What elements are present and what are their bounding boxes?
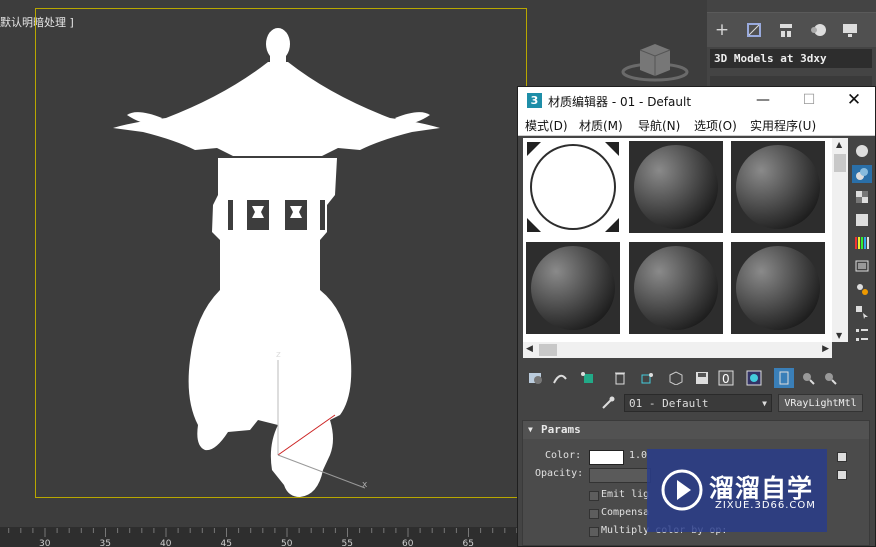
sample-slot-5[interactable] (628, 241, 724, 335)
params-header-label: Params (541, 423, 581, 436)
material-name-value: 01 - Default (629, 397, 709, 410)
emit-light-label: Emit lig (601, 489, 650, 500)
collapse-triangle-icon: ▼ (528, 425, 533, 434)
watermark-logo: 溜溜自学 ZIXUE.3D66.COM (647, 449, 827, 532)
svg-text:0: 0 (722, 372, 730, 386)
timeline-tick-label: 65 (462, 539, 474, 547)
close-icon[interactable]: ✕ (842, 89, 866, 111)
color-swatch[interactable] (589, 450, 624, 465)
play-logo-icon (661, 469, 703, 511)
scroll-left-icon[interactable]: ◀ (526, 344, 533, 354)
show-end-result-icon[interactable] (774, 368, 794, 388)
timeline-tick-label: 55 (341, 539, 353, 547)
assign-to-selection-icon[interactable] (578, 368, 598, 388)
timeline-tick-label: 30 (39, 539, 51, 547)
window-title: 材质编辑器 - 01 - Default (548, 95, 692, 109)
sample-slots (523, 138, 836, 342)
select-by-material-icon[interactable] (852, 303, 872, 321)
object-name-field[interactable]: 3D Models at 3dxy (710, 49, 872, 68)
material-map-navigator-icon[interactable] (852, 326, 872, 344)
material-editor-titlebar[interactable]: 3 材质编辑器 - 01 - Default — ☐ ✕ (518, 87, 875, 114)
show-shaded-material-icon[interactable] (744, 368, 764, 388)
menu-mode[interactable]: 模式(D) (525, 117, 568, 134)
app-icon: 3 (527, 93, 542, 108)
timeline-tick-label: 60 (402, 539, 414, 547)
scroll-right-icon[interactable]: ▶ (822, 344, 829, 354)
axis-x-label: x (362, 480, 368, 490)
material-id-channel-icon[interactable]: 0 (716, 368, 736, 388)
opacity-map-slot[interactable] (589, 468, 651, 483)
side-toolbar (849, 138, 875, 358)
timeline-tick-label: 50 (281, 539, 293, 547)
command-panel-tabs: + (707, 12, 876, 47)
put-to-scene-icon[interactable] (550, 368, 570, 388)
sample-slot-2[interactable] (628, 140, 724, 234)
compensate-label: Compensa (601, 507, 650, 518)
opacity-texmap-checkbox[interactable] (837, 470, 847, 480)
scroll-thumb[interactable] (834, 154, 846, 172)
multiply-color-checkbox[interactable] (589, 527, 599, 537)
compensate-checkbox[interactable] (589, 509, 599, 519)
sample-type-icon[interactable] (852, 142, 872, 160)
slots-vertical-scrollbar[interactable]: ▲ ▼ (832, 138, 848, 342)
sample-slot-1[interactable] (525, 140, 621, 234)
chevron-down-icon: ▼ (762, 399, 767, 408)
menu-navigation[interactable]: 导航(N) (638, 117, 680, 134)
slots-horizontal-scrollbar[interactable]: ◀ ▶ (523, 342, 832, 358)
background-icon[interactable] (852, 188, 872, 206)
timeline-tick-label: 35 (99, 539, 111, 547)
options-icon[interactable] (852, 280, 872, 298)
put-to-library-icon[interactable] (666, 368, 686, 388)
menu-material[interactable]: 材质(M) (579, 117, 623, 134)
sample-uv-tiling-icon[interactable] (852, 211, 872, 229)
params-rollout-header[interactable]: ▼ Params (523, 421, 869, 439)
create-tab-plus-icon[interactable]: + (711, 19, 733, 41)
motion-tab-icon[interactable] (807, 19, 829, 41)
timeline-tick-label: 40 (160, 539, 172, 547)
video-color-check-icon[interactable] (852, 234, 872, 252)
material-toolbar: 0 (523, 365, 863, 391)
scroll-down-icon[interactable]: ▼ (836, 331, 842, 340)
axis-z-label: z (276, 350, 281, 360)
sample-slot-6[interactable] (730, 241, 826, 335)
menu-utilities[interactable]: 实用程序(U) (750, 117, 816, 134)
get-material-icon[interactable] (526, 368, 546, 388)
display-tab-icon[interactable] (839, 19, 861, 41)
sample-slot-3[interactable] (730, 140, 826, 234)
material-name-dropdown[interactable]: 01 - Default ▼ (624, 394, 772, 412)
emit-light-checkbox[interactable] (589, 491, 599, 501)
opacity-label: Opacity: (535, 468, 584, 479)
eyedropper-icon[interactable] (600, 395, 616, 411)
scroll-hthumb[interactable] (539, 344, 557, 356)
hierarchy-tab-icon[interactable] (775, 19, 797, 41)
backlight-icon[interactable] (852, 165, 872, 183)
sample-slot-4[interactable] (525, 241, 621, 335)
modify-tab-icon[interactable] (743, 19, 765, 41)
rollout-strip (710, 76, 872, 86)
color-label: Color: (545, 450, 582, 461)
make-unique-icon[interactable] (638, 368, 658, 388)
maximize-icon[interactable]: ☐ (797, 89, 821, 111)
material-name-row: 01 - Default ▼ VRayLightMtl (518, 392, 875, 416)
minimize-icon[interactable]: — (751, 89, 775, 111)
color-texmap-checkbox[interactable] (837, 452, 847, 462)
timeline-tick-label: 45 (220, 539, 232, 547)
make-preview-icon[interactable] (852, 257, 872, 275)
viewcube[interactable] (620, 42, 690, 82)
go-forward-sibling-icon[interactable] (820, 368, 840, 388)
scroll-up-icon[interactable]: ▲ (836, 140, 842, 149)
menu-bar: 模式(D) 材质(M) 导航(N) 选项(O) 实用程序(U) (518, 114, 875, 136)
save-icon[interactable] (692, 368, 712, 388)
go-to-parent-icon[interactable] (798, 368, 818, 388)
reset-map-trash-icon[interactable] (610, 368, 630, 388)
menu-options[interactable]: 选项(O) (694, 117, 737, 134)
color-multiplier[interactable]: 1.0 (629, 450, 647, 461)
watermark-url: ZIXUE.3D66.COM (715, 500, 816, 511)
material-type-button[interactable]: VRayLightMtl (778, 394, 863, 412)
